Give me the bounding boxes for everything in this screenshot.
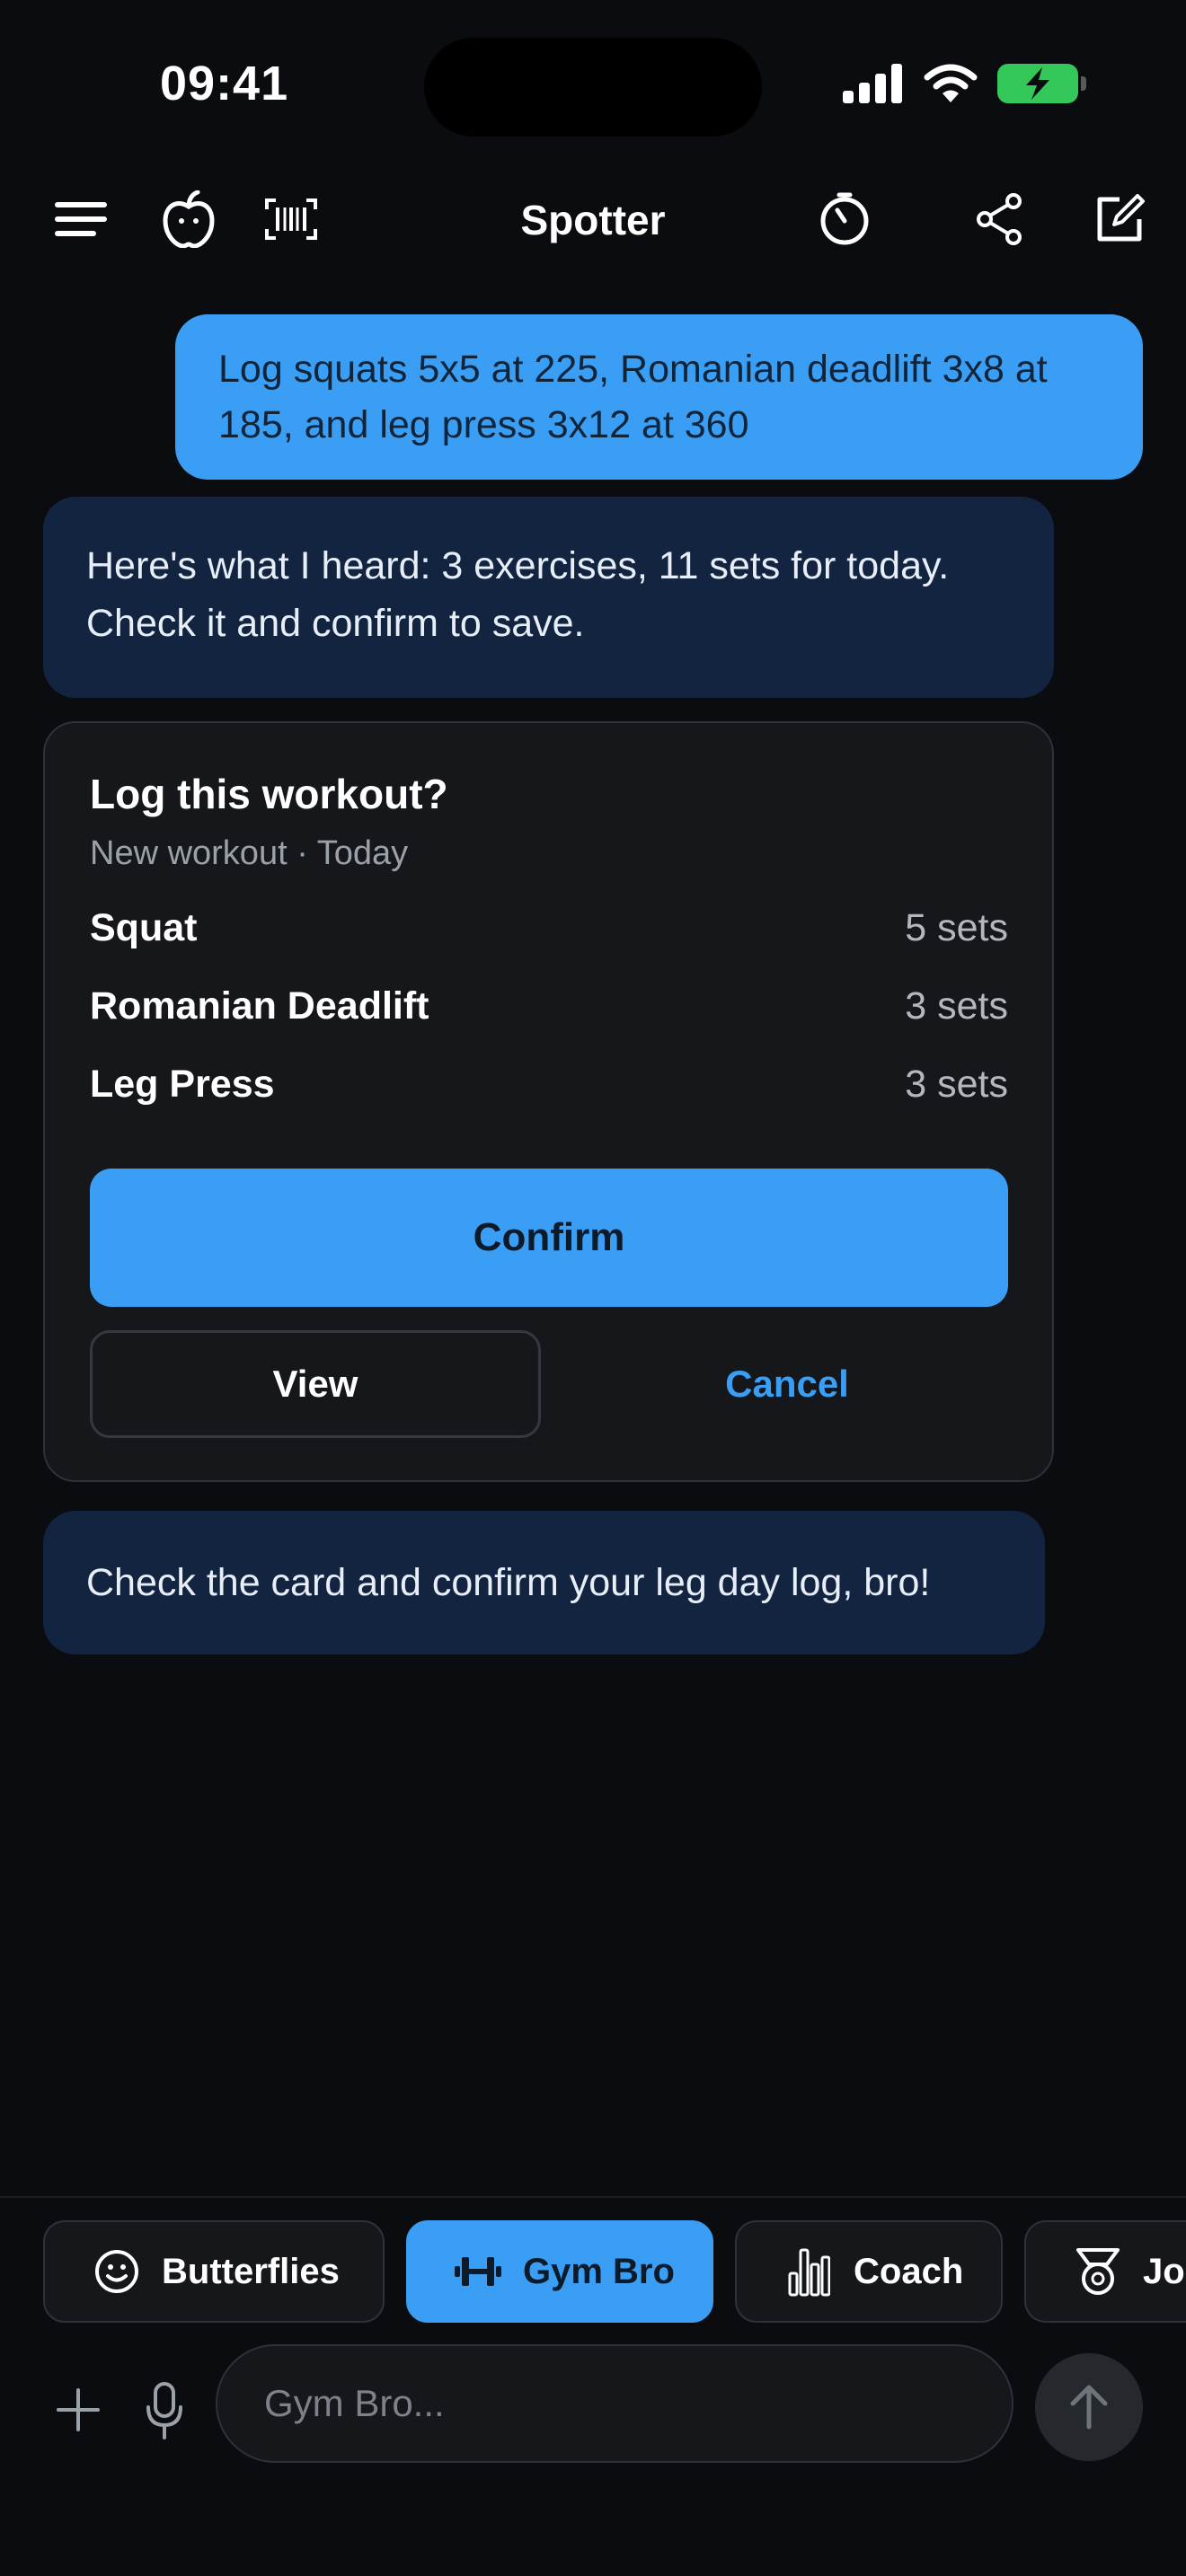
user-message: Log squats 5x5 at 225, Romanian deadlift…	[175, 314, 1143, 480]
exercise-sets: 3 sets	[905, 984, 1008, 1028]
arrow-up-icon	[1070, 2385, 1108, 2430]
exercise-name: Squat	[90, 906, 198, 949]
new-chat-icon[interactable]	[1089, 189, 1150, 250]
medal-icon	[1073, 2246, 1123, 2297]
view-button[interactable]: View	[90, 1330, 541, 1438]
status-time: 09:41	[160, 57, 289, 110]
battery-icon	[997, 64, 1086, 103]
exercise-name: Romanian Deadlift	[90, 984, 429, 1028]
exercise-row: Leg Press 3 sets	[90, 1063, 1008, 1107]
microphone-button[interactable]	[135, 2378, 194, 2443]
bar-chart-icon	[783, 2246, 834, 2297]
persona-chip-gym-bro[interactable]: Gym Bro	[406, 2220, 713, 2323]
microphone-icon	[146, 2382, 182, 2439]
card-subtitle: New workout · Today	[90, 834, 409, 872]
persona-label: Butterflies	[162, 2251, 340, 2291]
app-screen: 09:41 Spotter Log squats 5x5 at 225, Rom…	[0, 0, 1186, 2576]
persona-label: Joc	[1143, 2251, 1186, 2291]
dynamic-island	[424, 38, 762, 137]
exercise-name: Leg Press	[90, 1063, 275, 1106]
exercise-row: Romanian Deadlift 3 sets	[90, 984, 1008, 1028]
app-header: Spotter	[0, 176, 1186, 262]
persona-chip-butterflies[interactable]: Butterflies	[43, 2220, 385, 2323]
composer-divider	[0, 2196, 1186, 2198]
message-input-wrapper	[216, 2344, 1013, 2463]
assistant-message: Check the card and confirm your leg day …	[43, 1511, 1045, 1654]
cancel-button[interactable]: Cancel	[566, 1330, 1008, 1438]
persona-chip-joc[interactable]: Joc	[1024, 2220, 1186, 2323]
persona-label: Gym Bro	[523, 2251, 675, 2291]
timer-icon[interactable]	[814, 189, 875, 250]
message-input[interactable]	[217, 2346, 1012, 2461]
persona-label: Coach	[854, 2251, 964, 2291]
exercise-sets: 5 sets	[905, 906, 1008, 949]
persona-chip-coach[interactable]: Coach	[735, 2220, 1003, 2323]
add-attachment-button[interactable]	[49, 2380, 108, 2439]
cellular-signal-icon	[843, 64, 902, 103]
card-title: Log this workout?	[90, 771, 448, 817]
status-icons	[843, 63, 1086, 104]
assistant-message: Here's what I heard: 3 exercises, 11 set…	[43, 497, 1054, 698]
exercise-sets: 3 sets	[905, 1063, 1008, 1106]
exercise-row: Squat 5 sets	[90, 906, 1008, 950]
confirm-button[interactable]: Confirm	[90, 1169, 1008, 1307]
send-button[interactable]	[1035, 2353, 1143, 2461]
wifi-icon	[924, 64, 978, 102]
share-icon[interactable]	[969, 189, 1030, 250]
dumbbell-icon	[453, 2246, 503, 2297]
workout-confirmation-card: Log this workout? New workout · Today Sq…	[43, 721, 1054, 1482]
smiley-icon	[92, 2246, 142, 2297]
plus-icon	[57, 2388, 100, 2431]
